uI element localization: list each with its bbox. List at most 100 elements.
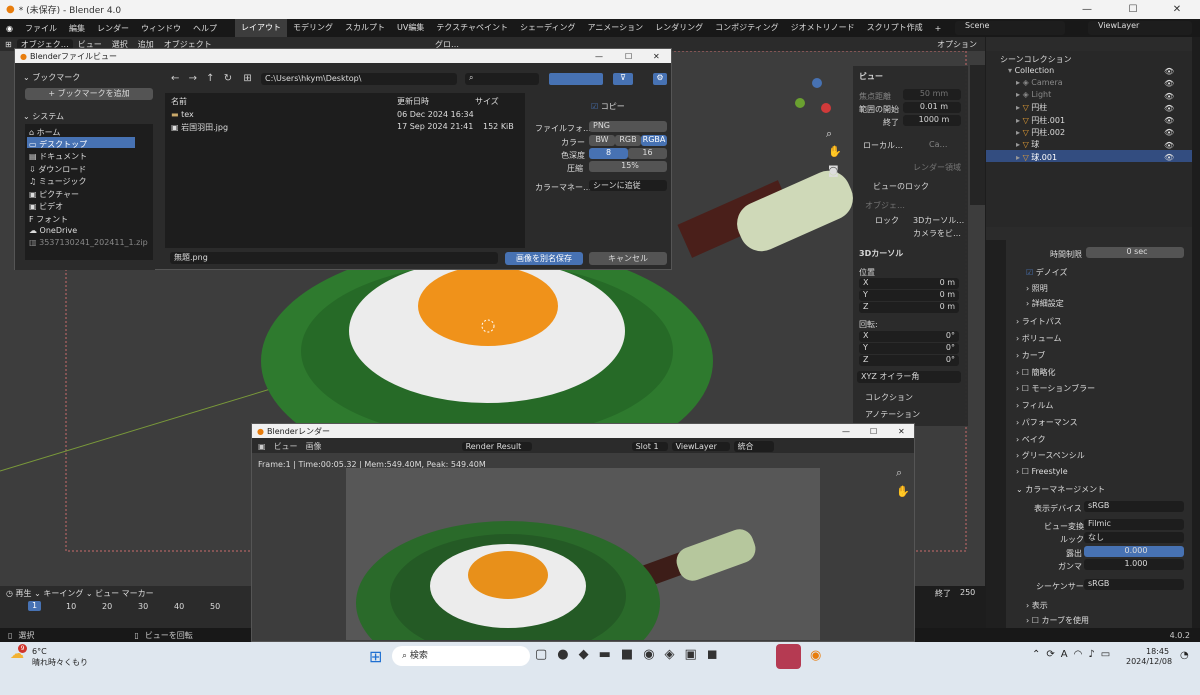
app-icon-active[interactable] (776, 644, 801, 669)
parent-dir-icon[interactable]: ↑ (206, 73, 214, 84)
editor-type-icon[interactable]: ◷ (6, 589, 13, 598)
scene-collection-label[interactable]: シーンコレクション (1000, 54, 1072, 65)
hand-pan-icon[interactable]: ✋ (828, 145, 842, 158)
tab-compositing[interactable]: コンポジティング (709, 19, 785, 37)
list-item[interactable]: ▥ 3537130241_202411_1.zip (29, 238, 148, 247)
tab-texture-paint[interactable]: テクスチャペイント (430, 19, 514, 37)
back-icon[interactable]: ← (171, 73, 179, 84)
view-transform-select[interactable]: Filmic (1084, 519, 1184, 530)
display-mode-buttons[interactable] (549, 73, 603, 85)
current-frame[interactable]: 1 (28, 601, 41, 611)
cursor-y-field[interactable]: Y0 m (859, 290, 959, 301)
filter-icon[interactable]: ⊽ (613, 73, 633, 85)
panel-bake[interactable]: › ベイク (1016, 434, 1046, 445)
viewlayer-selector[interactable]: ViewLayer (1088, 21, 1192, 35)
tab-modeling[interactable]: モデリング (287, 19, 339, 37)
keying-menu[interactable]: キーイング (43, 589, 83, 598)
rot-z-field[interactable]: Z 0° (859, 355, 959, 366)
end-frame-field[interactable]: 250 (960, 588, 975, 597)
panel-curves[interactable]: › カーブ (1016, 350, 1045, 361)
options-menu[interactable]: オプション (932, 39, 982, 50)
filename-input[interactable]: 無題.png (170, 252, 498, 264)
cancel-button[interactable]: キャンセル (589, 252, 667, 265)
forward-icon[interactable]: → (189, 73, 197, 84)
close-button[interactable]: ✕ (898, 427, 905, 436)
sidebar-tabs[interactable] (970, 65, 985, 205)
close-button[interactable]: ✕ (653, 52, 660, 61)
image-selector[interactable]: Render Result (461, 441, 532, 451)
slot-selector[interactable]: Slot 1 (631, 441, 668, 451)
local-camera-field[interactable]: Ca… (929, 140, 948, 149)
panel-motion-blur[interactable]: › ☐ モーションブラー (1016, 383, 1095, 394)
hand-pan-icon[interactable]: ✋ (896, 485, 910, 498)
panel-color-management[interactable]: ⌄ カラーマネージメント (1016, 484, 1105, 495)
lighting-panel[interactable]: › 照明 (1026, 283, 1048, 294)
display-device-select[interactable]: sRGB (1084, 501, 1184, 512)
clock-date[interactable]: 2024/12/08 (1126, 657, 1172, 666)
render-canvas[interactable]: Frame:1 | Time:00:05.32 | Mem:549.40M, P… (252, 453, 914, 641)
tab-rendering[interactable]: レンダリング (649, 19, 709, 37)
clip-end-field[interactable]: 1000 m (903, 115, 961, 126)
close-button[interactable]: ✕ (1154, 0, 1200, 19)
tab-layout[interactable]: レイアウト (234, 19, 287, 37)
panel-simplify[interactable]: › ☐ 簡略化 (1016, 367, 1055, 378)
cursor-x-field[interactable]: X0 m (859, 278, 959, 289)
col-modified[interactable]: 更新日時 (397, 96, 429, 107)
panel-freestyle[interactable]: › ☐ Freestyle (1016, 467, 1068, 476)
outliner-item[interactable]: ▸ ▽ 円柱.002 (1016, 127, 1065, 138)
outliner-item[interactable]: ▸ ◈ Light (1016, 90, 1051, 99)
tab-shading[interactable]: シェーディング (514, 19, 581, 37)
collection-panel[interactable]: コレクション (865, 392, 913, 403)
col-size[interactable]: サイズ (475, 96, 499, 107)
settings-gear-icon[interactable]: ⚙ (653, 73, 667, 85)
save-as-button[interactable]: 画像を別名保存 (505, 252, 583, 265)
menu-edit[interactable]: 編集 (63, 23, 91, 34)
add-bookmark-button[interactable]: + ブックマークを追加 (25, 88, 153, 100)
list-item[interactable]: ▤ ドキュメント (29, 151, 87, 162)
copy-check[interactable]: ☑ コピー (591, 101, 625, 112)
outliner-item[interactable]: ▾ Collection (1008, 66, 1054, 75)
blender-taskbar-icon[interactable]: ◉ (810, 648, 821, 663)
refresh-icon[interactable]: ↻ (224, 73, 232, 84)
tab-sculpt[interactable]: スカルプト (339, 19, 391, 37)
denoise-check[interactable]: ☑ デノイズ (1026, 267, 1067, 278)
menu-image[interactable]: 画像 (306, 441, 322, 452)
outliner-item[interactable]: ▸ ▽ 球.001 (1016, 152, 1057, 163)
view-lock-label[interactable]: ビューのロック (873, 181, 929, 192)
clip-start-field[interactable]: 0.01 m (903, 102, 961, 113)
pass-selector[interactable]: 統合 (733, 440, 774, 452)
advanced-panel[interactable]: › 詳細設定 (1026, 298, 1064, 309)
cursor-section-label[interactable]: 3Dカーソル (859, 248, 903, 259)
display-panel[interactable]: › 表示 (1026, 600, 1048, 611)
maximize-button[interactable]: ☐ (870, 427, 877, 436)
editor-type-icon[interactable]: ▣ (258, 442, 266, 451)
look-select[interactable]: なし (1084, 532, 1184, 543)
playback-menu[interactable]: 再生 (16, 589, 32, 598)
maximize-button[interactable]: ☐ (625, 52, 632, 61)
outliner-item[interactable]: ▸ ▽ 円柱 (1016, 102, 1047, 113)
sequencer-select[interactable]: sRGB (1084, 579, 1184, 590)
color-bw[interactable]: BW (589, 135, 615, 146)
tab-animation[interactable]: アニメーション (581, 19, 649, 37)
list-item[interactable]: ♫ ミュージック (29, 176, 87, 187)
properties-tabs[interactable] (986, 240, 1006, 630)
search-input[interactable]: ⌕ 検索 (392, 646, 530, 666)
view-menu[interactable]: ビュー (95, 589, 119, 598)
menu-window[interactable]: ウィンドウ (135, 23, 187, 34)
file-row[interactable]: ▣ 岩国羽田.jpg (171, 122, 228, 133)
panel-lightpaths[interactable]: › ライトパス (1016, 316, 1062, 327)
zoom-icon[interactable]: ⌕ (826, 127, 832, 141)
time-limit-field[interactable]: 0 sec (1086, 247, 1184, 258)
taskbar-app-icons[interactable]: ▢●◆▬■◉◈▣◼ (535, 647, 728, 662)
rot-y-field[interactable]: Y 0° (859, 343, 959, 354)
color-manage-select[interactable]: シーンに追従 (589, 180, 667, 191)
bookmarks-section[interactable]: ⌄ ブックマーク (23, 72, 80, 83)
system-section[interactable]: ⌄ システム (23, 111, 64, 122)
zoom-icon[interactable]: ⌕ (896, 466, 902, 480)
list-item[interactable]: ☁ OneDrive (29, 226, 77, 235)
menu-help[interactable]: ヘルプ (187, 23, 223, 34)
visibility-icon[interactable]: 👁 👁 👁 👁 👁 👁 👁 👁 (1164, 66, 1174, 164)
lock-camera-check[interactable]: カメラをビ… (913, 228, 961, 239)
panel-grease-pencil[interactable]: › グリースペンシル (1016, 450, 1085, 461)
menu-view[interactable]: ビュー (274, 441, 298, 452)
